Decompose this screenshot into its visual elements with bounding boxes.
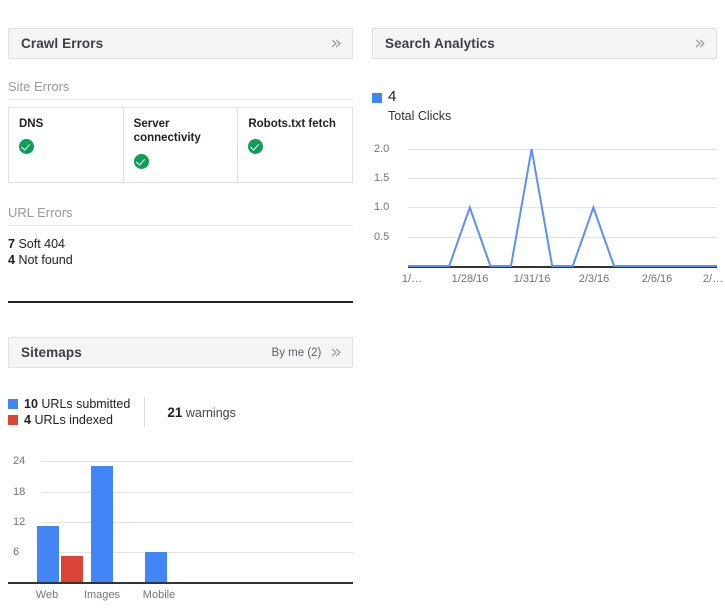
total-clicks-label: Total Clicks — [388, 109, 451, 123]
total-clicks-value: 4 — [388, 88, 451, 105]
url-errors-list: 7 Soft 404 4 Not found — [8, 236, 353, 269]
urls-indexed-label: URLs indexed — [34, 413, 113, 427]
search-analytics-title: Search Analytics — [385, 36, 694, 51]
site-error-cell-robots-txt-fetch[interactable]: Robots.txt fetch — [238, 108, 352, 182]
sitemaps-warnings[interactable]: 21 warnings — [145, 405, 236, 420]
legend-item-urls-submitted: 10 URLs submitted — [8, 397, 130, 411]
sitemaps-bar-chart[interactable]: 24 18 12 6 Web Images Mobile — [8, 449, 353, 599]
site-errors-divider — [8, 99, 353, 100]
bar-mobile-submitted[interactable] — [145, 552, 167, 582]
search-analytics-line-chart[interactable]: 2.0 1.5 1.0 0.5 1/… 1/28/16 1/31/16 2/3/… — [372, 133, 717, 298]
urls-indexed-count: 4 — [24, 413, 31, 427]
legend-item-urls-indexed: 4 URLs indexed — [8, 413, 130, 427]
search-console-dashboard: Crawl Errors » Site Errors DNS Server co… — [0, 0, 725, 613]
x-axis-line — [8, 582, 353, 584]
x-tick: 2/3/16 — [579, 273, 610, 285]
search-analytics-legend: 4 Total Clicks — [372, 88, 717, 123]
y-tick: 1.0 — [374, 201, 389, 213]
url-errors-divider — [8, 225, 353, 226]
bar-images-submitted[interactable] — [91, 466, 113, 582]
search-analytics-panel: Search Analytics » 4 Total Clicks 2.0 1.… — [372, 28, 717, 298]
url-error-label: Soft 404 — [18, 237, 65, 251]
site-errors-label: Site Errors — [8, 79, 353, 99]
site-error-name: Robots.txt fetch — [248, 117, 343, 131]
y-tick: 1.5 — [374, 172, 389, 184]
chevron-double-right-icon[interactable]: » — [330, 343, 342, 362]
url-errors-section: URL Errors 7 Soft 404 4 Not found — [8, 183, 353, 269]
legend-label-urls-indexed: 4 URLs indexed — [24, 413, 113, 427]
crawl-errors-title: Crawl Errors — [21, 36, 330, 51]
site-error-cell-server-connectivity[interactable]: Server connectivity — [124, 108, 239, 182]
url-error-item[interactable]: 7 Soft 404 — [8, 236, 353, 253]
url-errors-label: URL Errors — [8, 205, 353, 225]
url-error-item[interactable]: 4 Not found — [8, 252, 353, 269]
urls-submitted-label: URLs submitted — [41, 397, 130, 411]
site-errors-grid: DNS Server connectivity Robots.txt fetch — [8, 107, 353, 183]
warnings-label: warnings — [186, 406, 236, 420]
site-error-cell-dns[interactable]: DNS — [9, 108, 124, 182]
crawl-errors-header[interactable]: Crawl Errors » — [8, 28, 353, 59]
sitemaps-legend-group: 10 URLs submitted 4 URLs indexed — [8, 397, 145, 427]
clicks-line-series — [408, 147, 717, 267]
sitemaps-header[interactable]: Sitemaps By me (2) » — [8, 337, 353, 368]
bar-web-indexed[interactable] — [61, 556, 83, 582]
status-ok-icon — [19, 139, 34, 154]
urls-submitted-count: 10 — [24, 397, 38, 411]
site-errors-section: Site Errors DNS Server connectivity Robo… — [8, 59, 353, 183]
crawl-errors-bottom-rule — [8, 301, 353, 303]
site-error-name: DNS — [19, 117, 114, 131]
site-error-name: Server connectivity — [134, 117, 229, 146]
x-tick: 2/… — [703, 273, 723, 285]
chevron-double-right-icon[interactable]: » — [694, 34, 706, 53]
legend-swatch-urls-submitted — [8, 399, 18, 409]
chevron-double-right-icon[interactable]: » — [330, 34, 342, 53]
x-tick: 1/… — [402, 273, 422, 285]
legend-swatch-urls-indexed — [8, 415, 18, 425]
warnings-count: 21 — [167, 405, 182, 420]
search-analytics-header[interactable]: Search Analytics » — [372, 28, 717, 59]
url-error-count: 7 — [8, 237, 15, 251]
x-tick: Images — [84, 589, 120, 601]
x-tick: Web — [36, 589, 58, 601]
status-ok-icon — [248, 139, 263, 154]
legend-swatch-total-clicks — [372, 93, 382, 103]
url-error-count: 4 — [8, 253, 15, 267]
legend-label-urls-submitted: 10 URLs submitted — [24, 397, 130, 411]
bars-layer — [8, 449, 353, 582]
x-tick: 1/28/16 — [452, 273, 489, 285]
sitemaps-panel: Sitemaps By me (2) » 10 URLs submitted 4… — [8, 337, 353, 599]
crawl-errors-panel: Crawl Errors » Site Errors DNS Server co… — [8, 28, 353, 303]
bar-web-submitted[interactable] — [37, 526, 59, 582]
sitemaps-owner-filter[interactable]: By me (2) — [272, 347, 322, 359]
x-tick: Mobile — [143, 589, 175, 601]
url-error-label: Not found — [18, 253, 72, 267]
x-tick: 1/31/16 — [514, 273, 551, 285]
x-tick: 2/6/16 — [642, 273, 673, 285]
y-tick: 0.5 — [374, 231, 389, 243]
sitemaps-legend: 10 URLs submitted 4 URLs indexed 21 warn… — [8, 397, 353, 427]
status-ok-icon — [134, 154, 149, 169]
sitemaps-title: Sitemaps — [21, 345, 272, 360]
y-tick: 2.0 — [374, 143, 389, 155]
